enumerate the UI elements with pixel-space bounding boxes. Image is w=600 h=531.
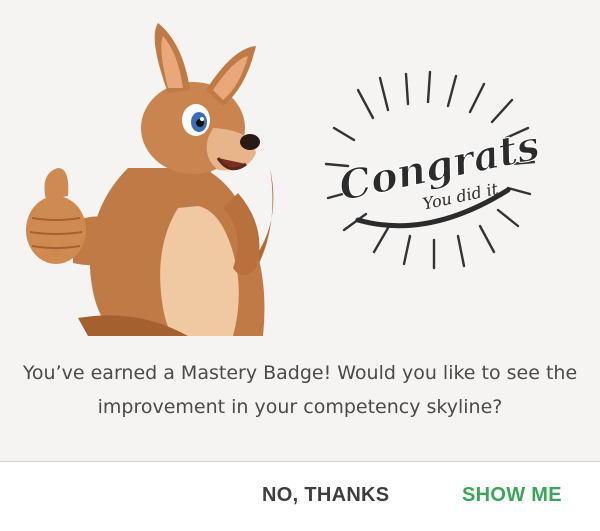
dialog-actions: NO, THANKS SHOW ME	[0, 462, 600, 531]
congrats-lettering-icon: Congrats! You did it	[324, 70, 540, 270]
mastery-badge-dialog: Congrats! You did it You’ve earned a Mas…	[0, 0, 600, 531]
celebration-illustration: Congrats! You did it	[0, 0, 600, 340]
no-thanks-button[interactable]: NO, THANKS	[262, 484, 389, 507]
badge-message: You’ve earned a Mastery Badge! Would you…	[22, 362, 578, 418]
kangaroo-thumbs-up-icon	[26, 23, 274, 336]
show-me-button[interactable]: SHOW ME	[462, 484, 562, 507]
